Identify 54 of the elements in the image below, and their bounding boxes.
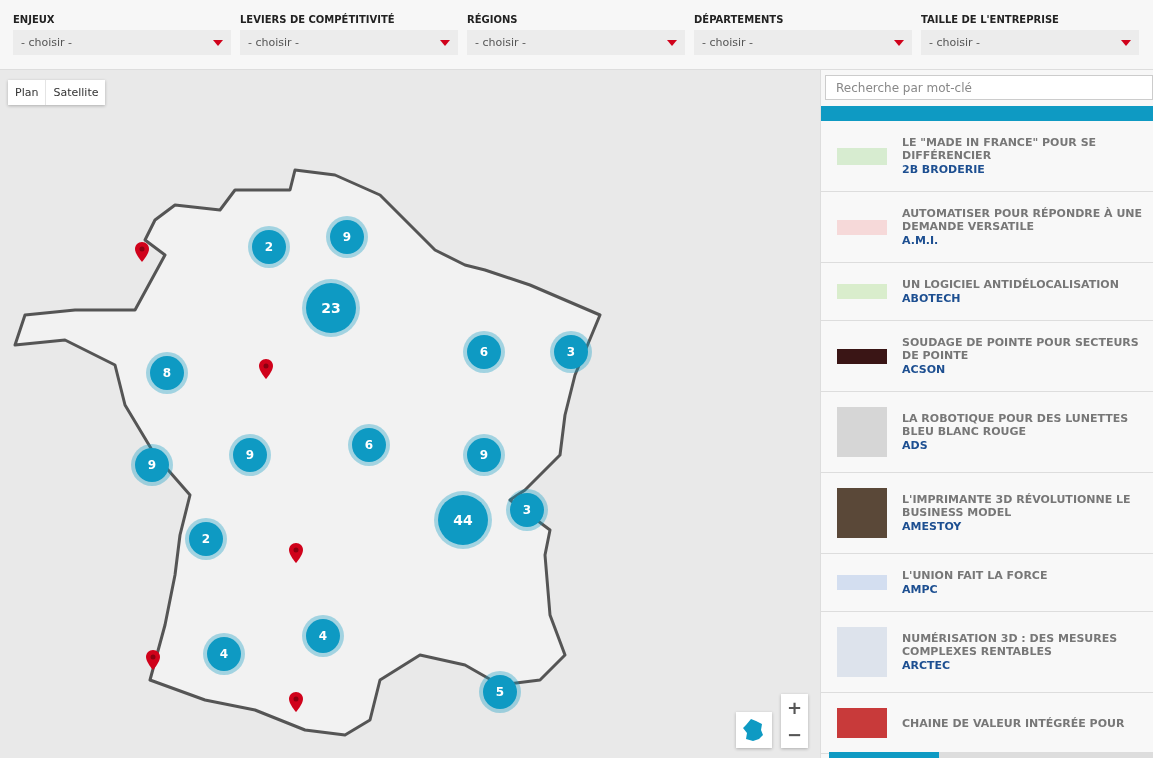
map-pin-icon[interactable] bbox=[289, 543, 303, 563]
filter-dropdown[interactable]: - choisir - bbox=[694, 30, 912, 55]
map-background[interactable]: Plan Satellite 2 9 23 6 3 8 9 9 6 9 44 3 2 4 4 5 + − bbox=[0, 70, 820, 758]
company-name: AMESTOY bbox=[902, 520, 963, 533]
company-name: 2B BRODERIE bbox=[902, 163, 986, 176]
map-pin-icon[interactable] bbox=[146, 650, 160, 670]
map-pin-icon[interactable] bbox=[289, 692, 303, 712]
company-name: A.M.I. bbox=[902, 234, 940, 247]
zoom-in-button[interactable]: + bbox=[781, 694, 808, 721]
country-shape-icon bbox=[742, 718, 766, 742]
caret-icon bbox=[1121, 39, 1131, 46]
filter-label: LEVIERS DE COMPÉTITIVITÉ bbox=[240, 14, 396, 25]
caret-icon bbox=[894, 39, 904, 46]
company-name: ARCTEC bbox=[902, 659, 952, 672]
map-type-button[interactable]: Satellite bbox=[45, 80, 106, 105]
story-title: LA ROBOTIQUE POUR DES LUNETTES BLEU BLANC ROUGE bbox=[902, 412, 1130, 438]
company-name: ACSON bbox=[902, 363, 947, 376]
company-name: ABOTECH bbox=[902, 292, 962, 305]
map-pin-icon[interactable] bbox=[259, 359, 273, 379]
logo-placeholder bbox=[837, 147, 887, 165]
logo-placeholder bbox=[837, 219, 887, 235]
country-button[interactable] bbox=[736, 712, 772, 748]
filter-dropdown[interactable]: - choisir - bbox=[467, 30, 685, 55]
filter-dropdown[interactable]: - choisir - bbox=[240, 30, 458, 55]
zoom-out-button[interactable]: − bbox=[781, 721, 808, 748]
filter-label: ENJEUX bbox=[13, 14, 56, 25]
story-title: CHAINE DE VALEUR INTÉGRÉE POUR bbox=[902, 716, 1125, 730]
story-title: L'UNION FAIT LA FORCE bbox=[902, 569, 1048, 582]
logo-placeholder bbox=[837, 627, 887, 677]
logo-placeholder bbox=[837, 407, 887, 457]
caret-icon bbox=[213, 39, 223, 46]
company-name: AMPC bbox=[902, 583, 939, 596]
map-pin-icon[interactable] bbox=[135, 242, 149, 262]
company-name: ADS bbox=[902, 439, 929, 452]
story-title: UN LOGICIEL ANTIDÉLOCALISATION bbox=[902, 278, 1119, 291]
logo-placeholder bbox=[837, 575, 887, 590]
filter-label: RÉGIONS bbox=[467, 14, 519, 25]
map-type-button[interactable]: Plan bbox=[8, 80, 46, 105]
logo-placeholder bbox=[837, 708, 887, 738]
search-field[interactable]: Recherche par mot-clé bbox=[825, 75, 1153, 100]
logo-placeholder bbox=[837, 284, 887, 299]
filter-dropdown[interactable]: - choisir - bbox=[921, 30, 1139, 55]
story-title: SOUDAGE DE POINTE POUR SECTEURS DE POINTE bbox=[902, 336, 1140, 362]
story-title: NUMÉRISATION 3D : DES MESURES COMPLEXES RENTABLES bbox=[902, 632, 1119, 658]
logo-placeholder bbox=[837, 348, 887, 364]
caret-icon bbox=[667, 39, 677, 46]
story-title: LE "MADE IN FRANCE" POUR SE DIFFÉRENCIER bbox=[902, 136, 1098, 162]
caret-icon bbox=[440, 39, 450, 46]
filter-label: DÉPARTEMENTS bbox=[694, 14, 785, 25]
filter-label: TAILLE DE L'ENTREPRISE bbox=[921, 14, 1060, 25]
story-title: L'IMPRIMANTE 3D RÉVOLUTIONNE LE BUSINESS MODEL bbox=[902, 493, 1132, 519]
filter-dropdown[interactable]: - choisir - bbox=[13, 30, 231, 55]
story-title: AUTOMATISER POUR RÉPONDRE À UNE DEMANDE VERSATILE bbox=[902, 207, 1143, 233]
logo-placeholder bbox=[837, 488, 887, 538]
